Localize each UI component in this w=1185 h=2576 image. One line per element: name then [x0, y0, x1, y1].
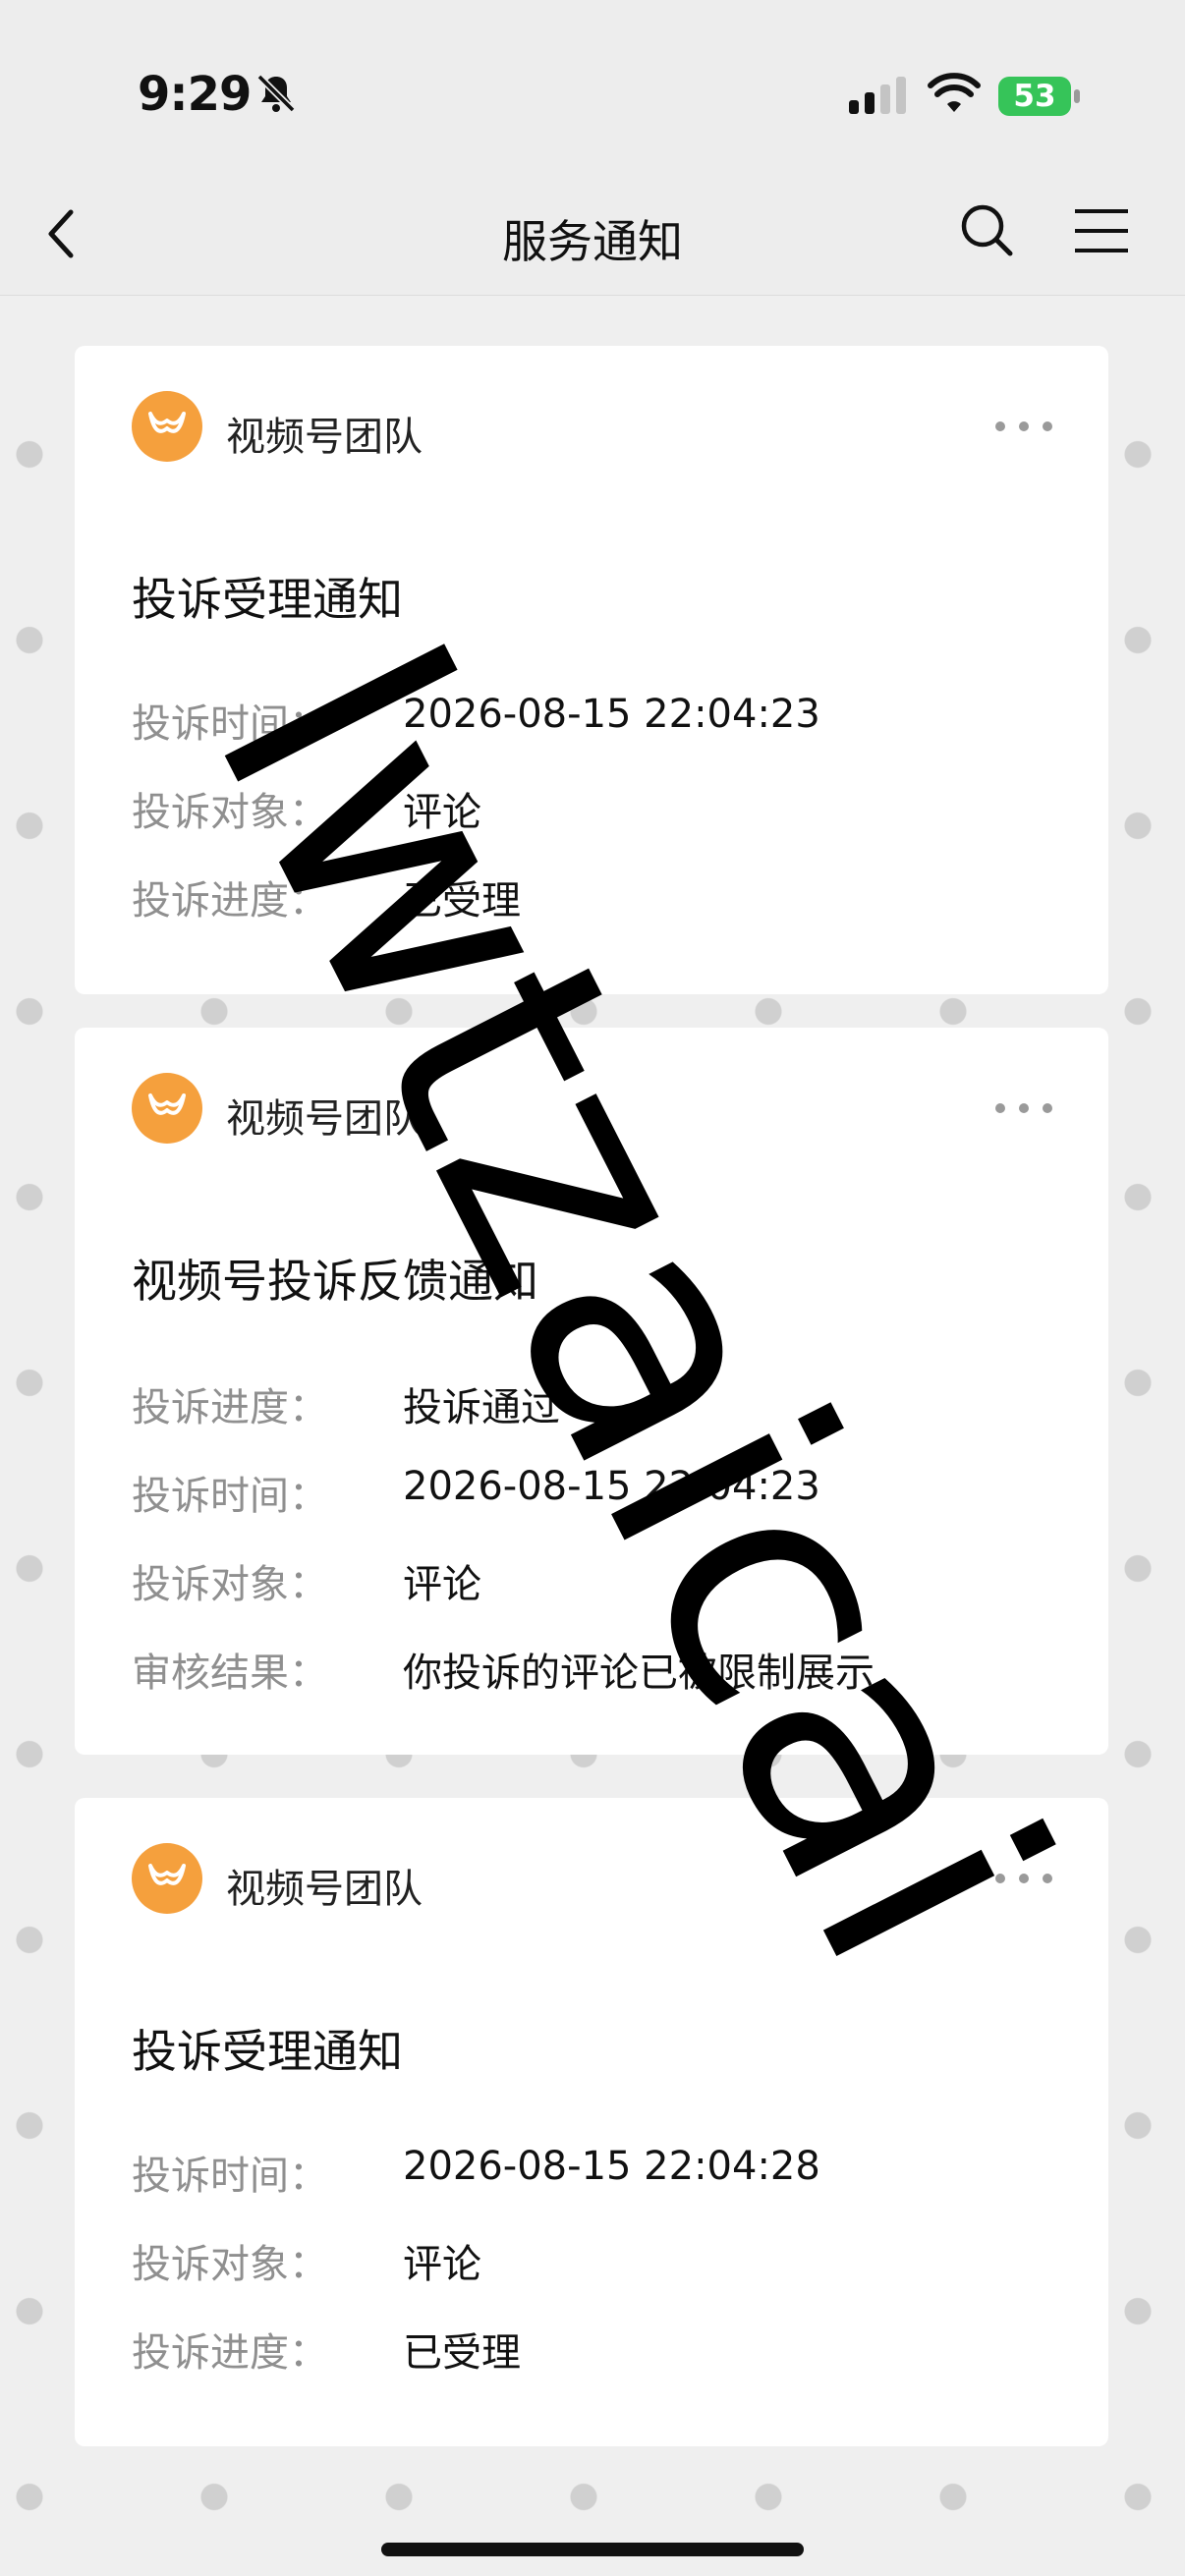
- more-options-icon[interactable]: [992, 1859, 1055, 1898]
- bell-slash-icon: [256, 74, 296, 113]
- search-icon[interactable]: [957, 200, 1016, 259]
- info-value: 评论: [403, 790, 481, 835]
- cellular-signal-icon: [849, 77, 906, 114]
- battery-charging-icon: 53: [998, 77, 1081, 116]
- status-time: 9:29: [138, 67, 252, 122]
- info-row: 投诉进度： 投诉通过: [132, 1375, 1075, 1434]
- card-header: 视频号团队: [132, 1843, 1055, 1916]
- card-header: 视频号团队: [132, 391, 1055, 464]
- home-indicator[interactable]: [381, 2543, 804, 2556]
- nav-bar: 服务通知: [0, 177, 1185, 296]
- info-value: 2026-08-15 22:04:28: [403, 2144, 820, 2189]
- info-value: 你投诉的评论已被限制展示: [403, 1651, 875, 1696]
- info-value: 2026-08-15 22:04:23: [403, 692, 820, 737]
- notification-card[interactable]: 视频号团队 投诉受理通知 投诉时间： 2026-08-15 22:04:28 投…: [75, 1798, 1108, 2446]
- wifi-icon: [928, 73, 981, 112]
- info-row: 投诉对象： 评论: [132, 2232, 1075, 2291]
- info-row: 投诉时间： 2026-08-15 22:04:28: [132, 2144, 1075, 2203]
- status-bar: 9:29 53: [0, 0, 1185, 177]
- sender-name: 视频号团队: [226, 1096, 423, 1142]
- info-value: 已受理: [403, 878, 521, 924]
- info-value: 已受理: [403, 2330, 521, 2376]
- info-label: 审核结果：: [132, 1651, 328, 1696]
- info-value: 评论: [403, 1562, 481, 1607]
- info-row: 审核结果： 你投诉的评论已被限制展示: [132, 1641, 1075, 1700]
- info-label: 投诉时间：: [132, 1474, 328, 1519]
- info-row: 投诉进度： 已受理: [132, 2321, 1075, 2380]
- info-label: 投诉进度：: [132, 1385, 328, 1430]
- info-row: 投诉时间： 2026-08-15 22:04:23: [132, 692, 1075, 751]
- channels-logo-icon: [132, 391, 202, 462]
- info-row: 投诉进度： 已受理: [132, 868, 1075, 927]
- card-title: 投诉受理通知: [132, 2025, 403, 2078]
- info-label: 投诉对象：: [132, 790, 328, 835]
- battery-level: 53: [998, 77, 1071, 116]
- info-label: 投诉进度：: [132, 2330, 328, 2376]
- channels-logo-icon: [132, 1073, 202, 1144]
- info-row: 投诉时间： 2026-08-15 22:04:23: [132, 1464, 1075, 1523]
- info-value: 投诉通过: [403, 1385, 560, 1430]
- card-header: 视频号团队: [132, 1073, 1055, 1146]
- info-label: 投诉进度：: [132, 878, 328, 924]
- info-row: 投诉对象： 评论: [132, 780, 1075, 839]
- sender-name: 视频号团队: [226, 415, 423, 460]
- more-options-icon[interactable]: [992, 1089, 1055, 1128]
- menu-icon[interactable]: [1073, 206, 1130, 255]
- card-title: 投诉受理通知: [132, 573, 403, 626]
- notification-card[interactable]: 视频号团队 视频号投诉反馈通知 投诉进度： 投诉通过 投诉时间： 2026-08…: [75, 1028, 1108, 1755]
- info-value: 评论: [403, 2242, 481, 2287]
- channels-logo-icon: [132, 1843, 202, 1914]
- sender-name: 视频号团队: [226, 1867, 423, 1912]
- info-label: 投诉时间：: [132, 2154, 328, 2199]
- more-options-icon[interactable]: [992, 407, 1055, 446]
- card-title: 视频号投诉反馈通知: [132, 1255, 538, 1308]
- info-value: 2026-08-15 22:04:23: [403, 1464, 820, 1509]
- info-row: 投诉对象： 评论: [132, 1552, 1075, 1611]
- info-label: 投诉对象：: [132, 2242, 328, 2287]
- notification-card[interactable]: 视频号团队 投诉受理通知 投诉时间： 2026-08-15 22:04:23 投…: [75, 346, 1108, 994]
- info-label: 投诉时间：: [132, 701, 328, 747]
- info-label: 投诉对象：: [132, 1562, 328, 1607]
